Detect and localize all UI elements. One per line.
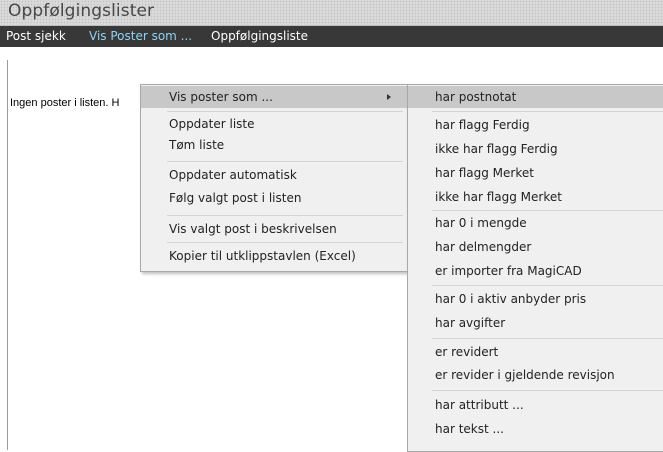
submenu-item-har-tekst[interactable]: har tekst ... [408,418,663,440]
menu-separator [432,285,663,286]
title-bar: Oppfølgingslister [0,0,663,26]
submenu-item-label: har attributt ... [435,398,524,412]
menu-item-oppdater-liste[interactable]: Oppdater liste [141,113,407,135]
submenu-item-har-postnotat[interactable]: har postnotat [408,86,663,108]
menu-item-folg-valgt-post[interactable]: Følg valgt post i listen [141,187,407,209]
menu-separator [167,215,403,216]
menu-separator [432,390,663,391]
submenu: har postnotat har flagg Ferdig ikke har … [407,84,663,452]
submenu-item-label: har avgifter [435,316,506,330]
submenu-item-ikke-har-flagg-ferdig[interactable]: ikke har flagg Ferdig [408,138,663,160]
menu-separator [167,161,403,162]
menu-item-label: Vis valgt post i beskrivelsen [169,222,337,236]
menu-item-label: Vis poster som ... [169,90,273,104]
empty-list-message: Ingen poster i listen. H [10,97,120,109]
submenu-item-label: ikke har flagg Merket [435,190,562,204]
submenu-item-label: er importer fra MagiCAD [435,264,582,278]
submenu-item-har-flagg-ferdig[interactable]: har flagg Ferdig [408,114,663,136]
menu-item-oppdater-automatisk[interactable]: Oppdater automatisk [141,164,407,186]
submenu-item-label: har 0 i aktiv anbyder pris [435,292,587,306]
submenu-item-har-0-i-mengde[interactable]: har 0 i mengde [408,212,663,234]
menu-separator [432,338,663,339]
menu-separator [432,111,663,112]
submenu-item-label: har 0 i mengde [435,216,527,230]
menu-bar: Post sjekk Vis Poster som ... Oppfølging… [0,26,663,47]
menu-item-label: Kopier til utklippstavlen (Excel) [169,249,356,263]
submenu-item-har-attributt[interactable]: har attributt ... [408,394,663,416]
menu-item-vis-poster-som[interactable]: Vis poster som ... [141,86,407,108]
menu-item-label: Følg valgt post i listen [169,191,302,205]
menu-item-label: Tøm liste [169,138,225,152]
submenu-item-label: har flagg Merket [435,166,534,180]
menu-item-label: Oppdater automatisk [169,168,297,182]
submenu-item-label: ikke har flagg Ferdig [435,142,558,156]
list-border [7,60,8,450]
submenu-item-label: er revider i gjeldende revisjon [435,368,615,382]
submenu-arrow-icon [387,94,391,100]
menu-post-sjekk[interactable]: Post sjekk [0,26,72,47]
submenu-item-label: har flagg Ferdig [435,118,530,132]
menu-separator [432,210,663,211]
submenu-item-label: har postnotat [435,90,517,104]
submenu-item-har-flagg-merket[interactable]: har flagg Merket [408,162,663,184]
submenu-item-label: har delmengder [435,240,532,254]
menu-item-label: Oppdater liste [169,117,255,131]
context-menu: Vis poster som ... Oppdater liste Tøm li… [140,84,408,272]
submenu-item-label: har tekst ... [435,422,504,436]
submenu-item-label: er revidert [435,345,499,359]
window-title: Oppfølgingslister [8,1,155,21]
menu-oppfolgingsliste[interactable]: Oppfølgingsliste [205,26,314,47]
menu-vis-poster-som[interactable]: Vis Poster som ... [83,26,198,47]
menu-separator [167,242,403,243]
submenu-item-er-revidert[interactable]: er revidert [408,341,663,363]
submenu-item-har-0-i-aktiv-anbyder-pris[interactable]: har 0 i aktiv anbyder pris [408,288,663,310]
menu-item-tom-liste[interactable]: Tøm liste [141,134,407,156]
submenu-item-er-revider-i-gjeldende-revisjon[interactable]: er revider i gjeldende revisjon [408,364,663,386]
submenu-item-ikke-har-flagg-merket[interactable]: ikke har flagg Merket [408,186,663,208]
submenu-item-har-avgifter[interactable]: har avgifter [408,312,663,334]
submenu-item-er-importer-fra-magicad[interactable]: er importer fra MagiCAD [408,260,663,282]
menu-item-kopier-til-utklippstavlen[interactable]: Kopier til utklippstavlen (Excel) [141,245,407,267]
menu-item-vis-valgt-post[interactable]: Vis valgt post i beskrivelsen [141,218,407,240]
submenu-item-har-delmengder[interactable]: har delmengder [408,236,663,258]
menu-separator [167,111,403,112]
